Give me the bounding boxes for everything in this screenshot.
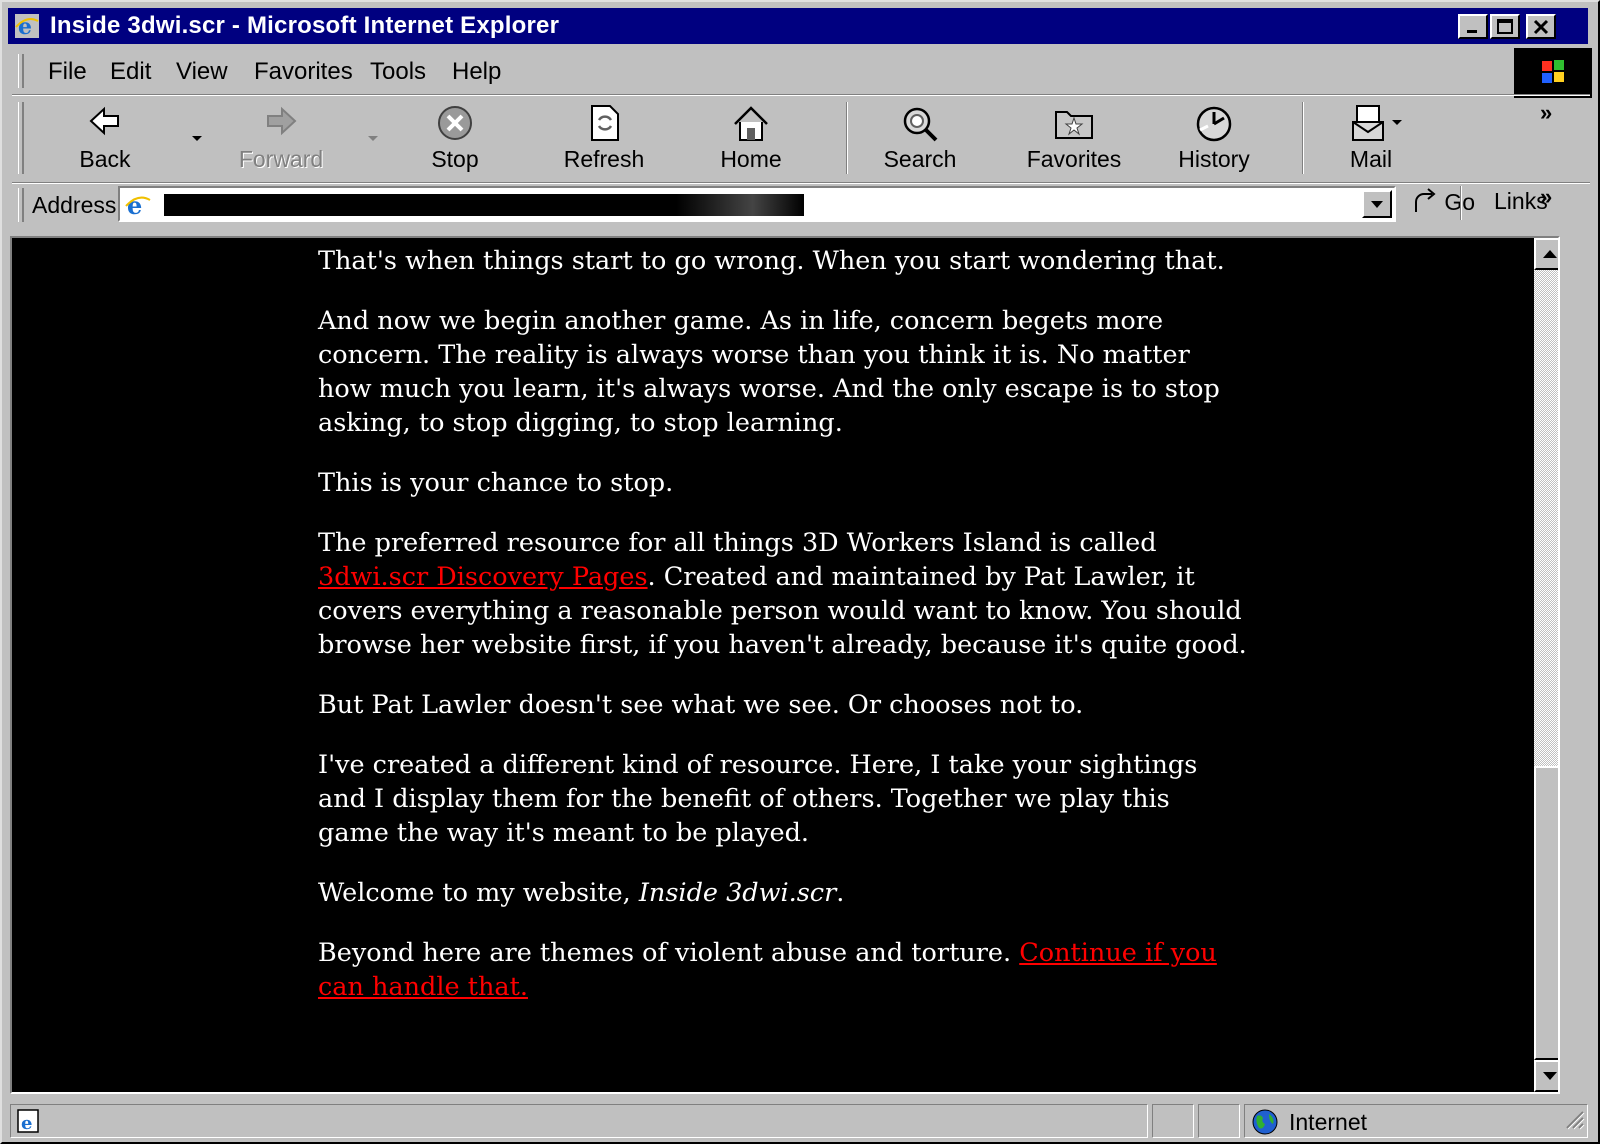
paragraph: I've created a different kind of resourc… — [318, 750, 1198, 848]
svg-text:e: e — [127, 191, 142, 219]
vertical-scrollbar[interactable] — [1534, 238, 1558, 1092]
back-label: Back — [79, 146, 131, 172]
search-label: Search — [883, 146, 957, 172]
globe-icon — [1251, 1108, 1279, 1141]
menu-file[interactable]: File — [48, 58, 87, 86]
go-button[interactable]: Go — [1410, 188, 1475, 216]
paragraph-text: Welcome to my website, — [318, 878, 639, 908]
refresh-icon — [586, 104, 622, 147]
paragraph: And now we begin another game. As in lif… — [318, 306, 1220, 438]
address-label: Address — [32, 192, 117, 218]
svg-text:e: e — [18, 14, 32, 39]
minimize-button[interactable] — [1458, 14, 1488, 39]
mail-label: Mail — [1349, 146, 1393, 172]
status-panel — [1198, 1104, 1240, 1138]
ie-logo-icon: e — [14, 13, 40, 40]
paragraph-text: Beyond here are themes of violent abuse … — [318, 938, 1020, 968]
title-bar[interactable]: e Inside 3dwi.scr - Microsoft Internet E… — [8, 8, 1588, 44]
scroll-down-button[interactable] — [1534, 1060, 1558, 1092]
menu-view[interactable]: View — [176, 58, 228, 86]
site-title-italic: Inside 3dwi.scr — [638, 878, 837, 908]
resize-grip-icon[interactable] — [1563, 1108, 1585, 1135]
paragraph-text: The preferred resource for all things 3D… — [318, 528, 1157, 558]
toolbar-divider — [1302, 102, 1304, 174]
toolbar-more-chevron-icon[interactable]: » — [1540, 100, 1552, 126]
history-icon — [1194, 104, 1234, 149]
home-button[interactable]: Home — [706, 98, 796, 178]
stop-icon — [435, 104, 475, 147]
toolbar-grip[interactable] — [18, 102, 24, 174]
forward-dropdown-icon[interactable] — [368, 136, 378, 141]
favorites-button[interactable]: Favorites — [1014, 98, 1134, 178]
toolbar-separator — [12, 94, 1590, 96]
discovery-pages-link[interactable]: 3dwi.scr Discovery Pages — [318, 562, 648, 592]
forward-button[interactable]: Forward — [236, 98, 326, 178]
redacted-url — [164, 194, 804, 216]
paragraph: This is your chance to stop. — [318, 468, 674, 498]
forward-arrow-icon — [263, 104, 299, 143]
scroll-up-button[interactable] — [1534, 238, 1558, 270]
paragraph: But Pat Lawler doesn't see what we see. … — [318, 690, 1084, 720]
address-grip[interactable] — [18, 188, 24, 222]
status-panel — [1152, 1104, 1194, 1138]
go-arrow-icon — [1415, 188, 1436, 212]
status-bar: e Internet — [10, 1102, 1594, 1140]
search-button[interactable]: Search — [870, 98, 970, 178]
address-divider — [1460, 186, 1462, 220]
paragraph: That's when things start to go wrong. Wh… — [318, 246, 1225, 276]
stop-button[interactable]: Stop — [410, 98, 500, 178]
page-viewport: That's when things start to go wrong. Wh… — [10, 236, 1560, 1094]
address-dropdown-button[interactable] — [1362, 190, 1392, 218]
forward-label: Forward — [238, 146, 324, 172]
close-button[interactable] — [1526, 14, 1556, 39]
status-panel-main: e — [10, 1104, 1148, 1138]
status-zone-panel: Internet — [1244, 1104, 1588, 1138]
home-label: Home — [720, 146, 782, 172]
address-bar: Address e Go Links » — [14, 184, 1590, 228]
windows-logo — [1514, 48, 1592, 98]
scroll-thumb[interactable] — [1534, 766, 1558, 1060]
menu-grip[interactable] — [18, 54, 24, 88]
back-button[interactable]: Back — [60, 98, 150, 178]
favorites-folder-icon — [1053, 104, 1095, 147]
search-icon — [900, 104, 940, 149]
menu-help[interactable]: Help — [452, 58, 501, 86]
back-arrow-icon — [87, 104, 123, 143]
mail-icon — [1351, 104, 1391, 147]
stop-label: Stop — [431, 146, 479, 172]
history-button[interactable]: History — [1164, 98, 1264, 178]
paragraph-text: . — [836, 878, 845, 908]
toolbar-divider — [846, 102, 848, 174]
mail-button[interactable]: Mail — [1326, 98, 1416, 178]
paragraph: Beyond here are themes of violent abuse … — [318, 936, 1248, 1004]
standard-toolbar: Back Forward Stop Refresh Home Search Fa… — [14, 98, 1590, 182]
back-dropdown-icon[interactable] — [192, 136, 202, 141]
refresh-label: Refresh — [563, 146, 645, 172]
address-input[interactable]: e — [118, 186, 1396, 222]
svg-text:e: e — [21, 1113, 32, 1134]
browser-window: e Inside 3dwi.scr - Microsoft Internet E… — [0, 0, 1600, 1144]
home-icon — [731, 104, 771, 147]
page-status-icon: e — [15, 1107, 43, 1140]
refresh-button[interactable]: Refresh — [554, 98, 654, 178]
paragraph: Welcome to my website, Inside 3dwi.scr. — [318, 876, 1248, 910]
page-content: That's when things start to go wrong. Wh… — [318, 244, 1248, 1030]
page-ie-icon: e — [124, 191, 152, 224]
history-label: History — [1178, 146, 1250, 172]
mail-dropdown-icon[interactable] — [1392, 120, 1402, 125]
zone-label: Internet — [1289, 1109, 1367, 1135]
maximize-button[interactable] — [1490, 14, 1520, 39]
menu-edit[interactable]: Edit — [110, 58, 151, 86]
menu-tools[interactable]: Tools — [370, 58, 426, 86]
favorites-label: Favorites — [1026, 146, 1122, 172]
paragraph: The preferred resource for all things 3D… — [318, 526, 1248, 662]
menu-bar: File Edit View Favorites Tools Help — [14, 50, 1514, 92]
links-chevron-icon[interactable]: » — [1540, 184, 1552, 210]
menu-favorites[interactable]: Favorites — [254, 58, 353, 86]
window-title: Inside 3dwi.scr - Microsoft Internet Exp… — [50, 12, 560, 39]
